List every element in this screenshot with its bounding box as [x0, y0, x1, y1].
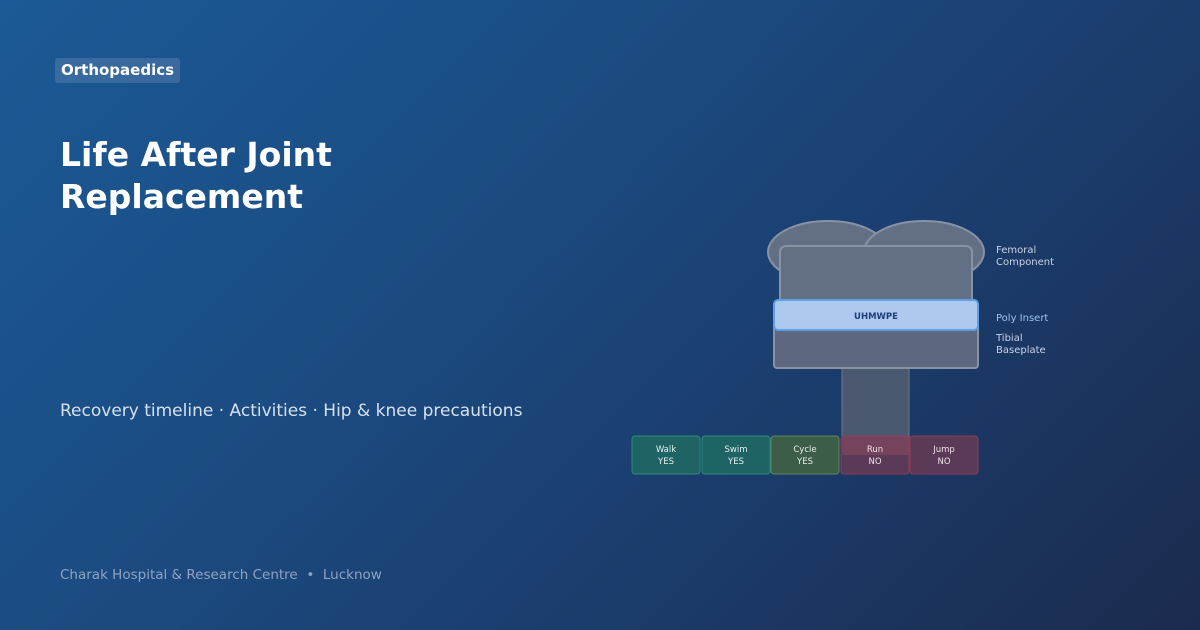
activity-cycle-name: Cycle	[793, 445, 816, 455]
tibial-label-line-2: Baseplate	[996, 345, 1046, 356]
femoral-label-line-2: Component	[996, 257, 1054, 268]
tibial-label: Tibial Baseplate	[995, 333, 1046, 356]
activity-swim-status: YES	[727, 457, 744, 467]
knee-implant-diagram: UHMWPE Femoral Component Poly Insert Tib…	[631, 220, 1054, 475]
insert-material-label: UHMWPE	[854, 312, 898, 322]
activity-walk-status: YES	[657, 457, 674, 467]
activity-cycle-box	[770, 435, 840, 475]
femoral-label: Femoral Component	[996, 245, 1054, 268]
femoral-label-line-1: Femoral	[996, 245, 1036, 256]
activity-run-name: Run	[867, 445, 883, 455]
tibial-label-line-1: Tibial	[995, 333, 1023, 344]
activity-walk: Walk YES	[631, 435, 701, 475]
activity-walk-name: Walk	[656, 445, 676, 455]
activity-jump-name: Jump	[932, 445, 955, 455]
activity-run: Run NO	[840, 435, 910, 475]
activity-walk-box	[631, 435, 701, 475]
activity-swim-box	[701, 435, 771, 475]
activity-run-status: NO	[868, 457, 881, 467]
activity-jump: Jump NO	[909, 435, 979, 475]
activity-cycle-status: YES	[796, 457, 813, 467]
poly-insert-label: Poly Insert	[996, 313, 1048, 324]
activity-cycle: Cycle YES	[770, 435, 840, 475]
activity-swim: Swim YES	[701, 435, 771, 475]
activity-swim-name: Swim	[725, 445, 748, 455]
activity-jump-status: NO	[937, 457, 950, 467]
activity-jump-box	[909, 435, 979, 475]
